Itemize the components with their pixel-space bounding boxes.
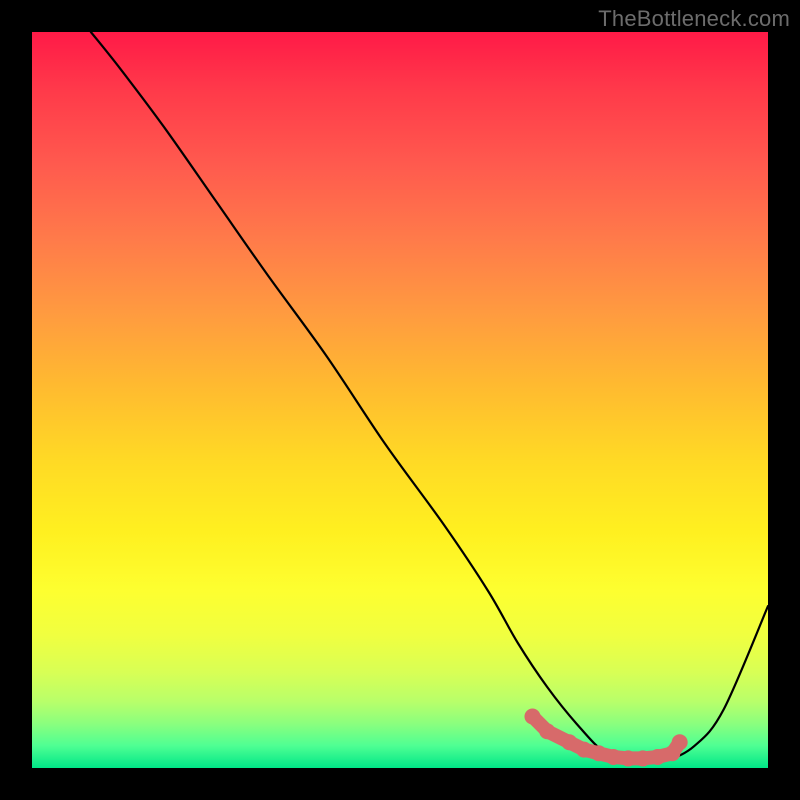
chart-container: TheBottleneck.com [0, 0, 800, 800]
highlight-dot [576, 742, 592, 758]
curve-path [91, 32, 768, 762]
highlight-dot [672, 734, 688, 750]
highlight-dot [561, 734, 577, 750]
highlight-dots-group [524, 708, 687, 766]
highlight-dot [650, 749, 666, 765]
chart-svg [32, 32, 768, 768]
highlight-dot [635, 750, 651, 766]
highlight-dot [620, 750, 636, 766]
highlight-dot [524, 708, 540, 724]
highlight-dot [539, 723, 555, 739]
highlight-dot [605, 749, 621, 765]
plot-area [32, 32, 768, 768]
watermark: TheBottleneck.com [598, 6, 790, 32]
highlight-dot [591, 745, 607, 761]
